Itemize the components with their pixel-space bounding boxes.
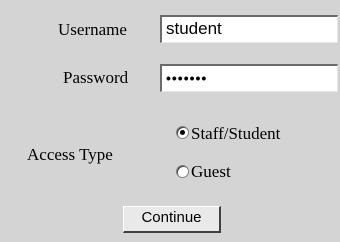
username-label: Username bbox=[58, 20, 127, 39]
radio-button-staff-student[interactable] bbox=[176, 126, 189, 139]
radio-button-guest[interactable] bbox=[176, 165, 189, 178]
username-input[interactable]: student bbox=[160, 15, 338, 43]
radio-label-staff-student[interactable]: Staff/Student bbox=[191, 124, 280, 144]
radio-selected-dot bbox=[180, 130, 185, 135]
radio-label-guest[interactable]: Guest bbox=[191, 162, 231, 182]
password-label: Password bbox=[63, 68, 129, 87]
password-input[interactable]: ••••••• bbox=[160, 64, 338, 92]
continue-button[interactable]: Continue bbox=[123, 206, 221, 233]
access-type-label: Access Type bbox=[27, 145, 113, 164]
